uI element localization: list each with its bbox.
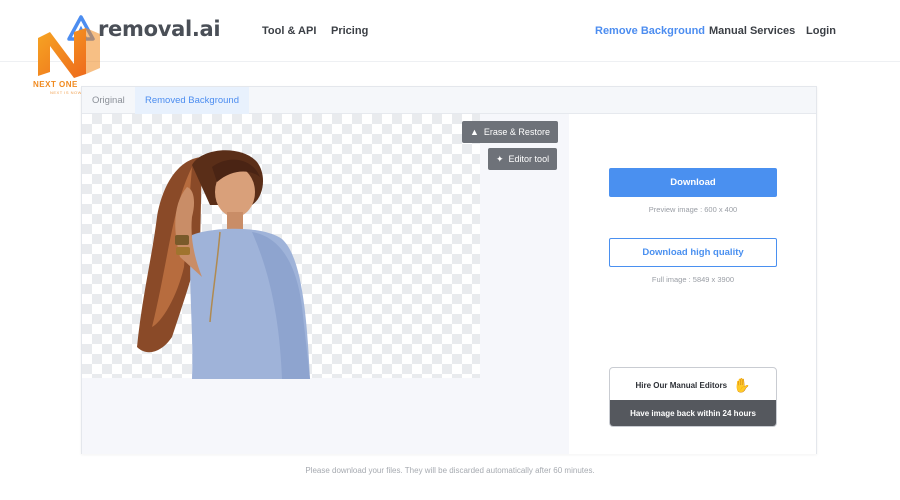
download-button[interactable]: Download <box>609 168 777 197</box>
tab-removed-background[interactable]: Removed Background <box>135 87 249 114</box>
nav-remove-background[interactable]: Remove Background <box>595 25 705 37</box>
image-preview-area: ▲ Erase & Restore ✦ Editor tool <box>82 114 569 454</box>
hire-title: Hire Our Manual Editors <box>635 380 728 390</box>
download-sidebar: Download Preview image : 600 x 400 Downl… <box>569 114 816 454</box>
watermark-text: NEXT ONE <box>33 80 78 89</box>
preview-size-caption: Preview image : 600 x 400 <box>648 205 738 214</box>
editor-tool-button[interactable]: ✦ Editor tool <box>488 148 558 170</box>
nav-tool-api[interactable]: Tool & API <box>262 25 316 37</box>
view-tabs: Original Removed Background <box>82 87 816 114</box>
hire-card-header: Hire Our Manual Editors ✋ <box>610 368 776 402</box>
cutout-photo <box>132 147 312 379</box>
nav-pricing[interactable]: Pricing <box>331 25 368 37</box>
nav-login[interactable]: Login <box>806 25 836 37</box>
download-high-quality-button[interactable]: Download high quality <box>609 238 777 267</box>
hire-subtitle: Have image back within 24 hours <box>610 400 776 426</box>
hire-manual-editors-card[interactable]: Hire Our Manual Editors ✋ Have image bac… <box>609 367 777 427</box>
waving-hand-icon: ✋ <box>733 376 751 393</box>
erase-restore-button[interactable]: ▲ Erase & Restore <box>462 121 558 143</box>
eraser-icon: ▲ <box>470 127 479 137</box>
full-size-caption: Full image : 5849 x 3900 <box>651 275 735 284</box>
nav-manual-services[interactable]: Manual Services <box>709 25 795 37</box>
discard-notice: Please download your files. They will be… <box>305 466 595 475</box>
result-panel: Original Removed Background ▲ Erase & Re… <box>81 86 817 454</box>
editor-tool-label: Editor tool <box>508 154 550 164</box>
magic-wand-icon: ✦ <box>496 153 504 164</box>
tab-original[interactable]: Original <box>82 87 135 114</box>
logo-text: removal.ai <box>98 17 221 41</box>
top-navbar: removal.ai Tool & API Pricing Remove Bac… <box>0 0 900 62</box>
watermark-subtext: NEXT IS NOW <box>50 90 82 95</box>
erase-restore-label: Erase & Restore <box>483 127 550 137</box>
